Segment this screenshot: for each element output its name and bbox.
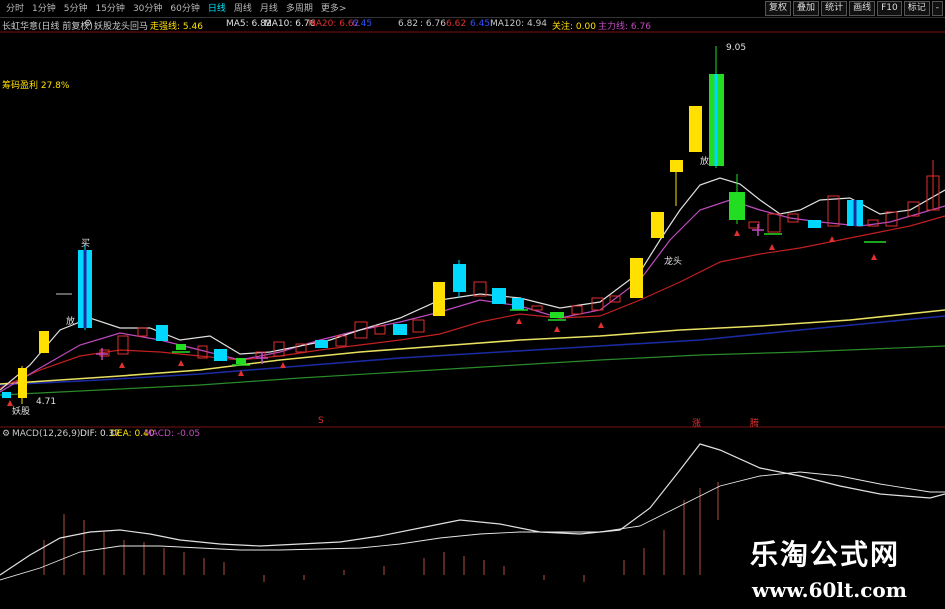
ma5-line: [0, 177, 945, 391]
longtou-label: 龙头: [664, 257, 683, 267]
signal-arrow: [829, 236, 835, 242]
candle: [767, 213, 781, 233]
high-price-label: 9.05: [726, 43, 747, 53]
s-mark-label: S: [318, 416, 324, 426]
candle: [492, 288, 506, 304]
macd-histogram: [43, 482, 719, 582]
candle: [39, 331, 49, 353]
candles: [2, 46, 940, 404]
candle: [156, 325, 168, 341]
green-marks: [172, 233, 886, 366]
macd-info-line: ⚙ MACD(12,26,9) DIF: 0.37 DEA: 0.40 MACD…: [0, 428, 700, 442]
signal-arrow: [734, 230, 740, 236]
watermark-url: www.60lt.com: [752, 578, 907, 602]
fang-label-b: 放: [700, 157, 710, 167]
signal-arrow: [119, 362, 125, 368]
candle: [571, 305, 583, 315]
signal-arrow: [598, 322, 604, 328]
candle: [117, 335, 129, 355]
candle: [137, 327, 148, 337]
signal-arrow: [769, 244, 775, 250]
candle: [18, 368, 27, 398]
yaogu-label: 妖股: [12, 407, 31, 417]
candle: [651, 212, 664, 238]
candle: [512, 298, 524, 310]
ma60-line: [0, 309, 945, 385]
signal-arrow: [178, 360, 184, 366]
candle: [453, 264, 466, 292]
watermark-title: 乐淘公式网: [750, 538, 901, 571]
candle: [808, 220, 821, 228]
candle: [729, 192, 745, 220]
signal-arrow: [554, 326, 560, 332]
purple-marks: [96, 224, 764, 364]
chip-profit-label: 筹码盈利 27.8%: [2, 81, 70, 91]
macd-title: MACD(12,26,9): [12, 429, 81, 439]
candle: [827, 195, 840, 227]
candle: [591, 297, 604, 311]
candle: [176, 344, 186, 350]
candle: [433, 282, 445, 316]
ma10-line: [0, 199, 945, 393]
candle: [214, 349, 227, 361]
candle: [885, 211, 898, 227]
candle: [236, 358, 246, 364]
candle: [531, 305, 543, 311]
candle: [412, 319, 425, 333]
candle: [315, 340, 328, 348]
signal-arrow: [280, 362, 286, 368]
candle: [670, 160, 683, 172]
candle: [393, 324, 407, 335]
candle: [550, 312, 564, 318]
macd-value: MACD: -0.05: [144, 429, 201, 439]
fang-label-a: 放: [66, 317, 76, 327]
candle: [2, 392, 11, 398]
buy-mark-label: 买: [81, 239, 91, 249]
candle: [689, 106, 702, 152]
candle: [630, 258, 643, 298]
signal-arrow: [871, 254, 877, 260]
low-price-label: 4.71: [36, 397, 57, 407]
candlestick-chart: [0, 31, 945, 582]
macd-gear-icon[interactable]: ⚙: [2, 429, 10, 439]
signal-arrow: [516, 318, 522, 324]
teng-label: 腾: [750, 419, 760, 429]
